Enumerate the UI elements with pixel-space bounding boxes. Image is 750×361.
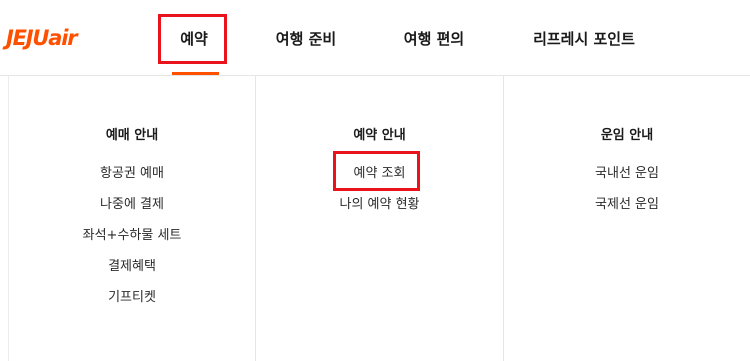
link-list: 국내선 운임 국제선 운임 (504, 158, 750, 220)
link-reservation-lookup[interactable]: 예약 조회 (256, 158, 503, 189)
menu-column-reservation-guide: 예약 안내 예약 조회 나의 예약 현황 (256, 124, 503, 220)
header: JEJUair 예약 여행 준비 여행 편의 리프레시 포인트 (0, 0, 750, 76)
menu-column-booking-guide: 예매 안내 항공권 예매 나중에 결제 좌석+수하물 세트 결제혜택 기프티켓 (9, 124, 255, 313)
nav-travel-prep[interactable]: 여행 준비 (268, 26, 344, 52)
link-domestic-fare[interactable]: 국내선 운임 (504, 158, 750, 189)
link-international-fare[interactable]: 국제선 운임 (504, 189, 750, 220)
nav-refresh-point[interactable]: 리프레시 포인트 (526, 26, 642, 52)
link-pay-later[interactable]: 나중에 결제 (9, 189, 255, 220)
menu-column-fare-guide: 운임 안내 국내선 운임 국제선 운임 (504, 124, 750, 220)
link-ticket-booking[interactable]: 항공권 예매 (9, 158, 255, 189)
link-my-reservations[interactable]: 나의 예약 현황 (256, 189, 503, 220)
nav-travel-convenience[interactable]: 여행 편의 (396, 26, 472, 52)
link-gift-ticket[interactable]: 기프티켓 (9, 282, 255, 313)
page: JEJUair 예약 여행 준비 여행 편의 리프레시 포인트 예매 안내 항공… (0, 0, 750, 361)
link-list: 항공권 예매 나중에 결제 좌석+수하물 세트 결제혜택 기프티켓 (9, 158, 255, 313)
jejuair-logo[interactable]: JEJUair (6, 24, 110, 52)
link-payment-benefits[interactable]: 결제혜택 (9, 251, 255, 282)
column-title: 예매 안내 (105, 128, 159, 143)
nav-reservation[interactable]: 예약 (163, 26, 225, 52)
column-title: 운임 안내 (600, 128, 654, 143)
link-seat-baggage-set[interactable]: 좌석+수하물 세트 (9, 220, 255, 251)
column-title: 예약 안내 (353, 128, 406, 143)
link-list: 예약 조회 나의 예약 현황 (256, 158, 503, 220)
